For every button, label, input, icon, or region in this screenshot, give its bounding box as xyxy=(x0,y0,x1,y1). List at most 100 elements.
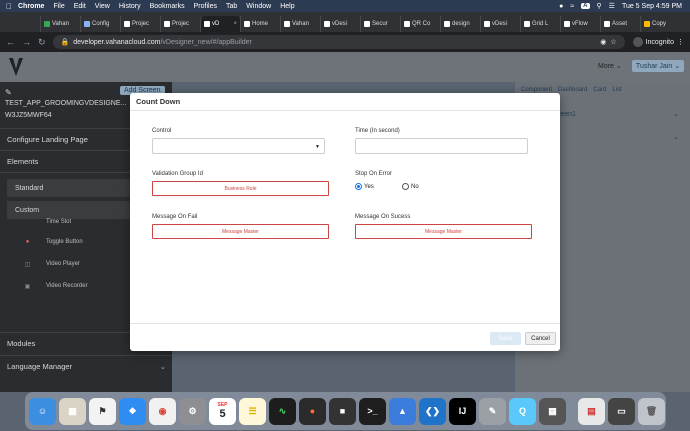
photos-app-icon[interactable]: ⚑ xyxy=(89,397,116,425)
tab[interactable]: Grid L xyxy=(520,16,560,32)
menu-help[interactable]: Help xyxy=(280,3,294,10)
tab-active[interactable]: vD × xyxy=(200,16,240,32)
more-label: More xyxy=(598,63,614,70)
incognito-indicator[interactable]: Incognito ⋮ xyxy=(632,37,684,47)
modules-label: Modules xyxy=(7,339,36,348)
dialog-title: Count Down xyxy=(130,93,560,111)
location-icon[interactable]: ◉ xyxy=(600,38,606,46)
quicktime-icon[interactable]: Q xyxy=(509,397,536,425)
back-icon[interactable]: ← xyxy=(6,37,15,47)
minimized-window-icon[interactable]: ▭ xyxy=(608,397,635,425)
launchpad-icon[interactable]: ▦ xyxy=(59,397,86,425)
tab[interactable]: Copy xyxy=(640,16,680,32)
menu-view[interactable]: View xyxy=(95,3,110,10)
tab[interactable]: vFlow xyxy=(560,16,600,32)
menu-history[interactable]: History xyxy=(119,3,141,10)
favicon-icon xyxy=(404,21,410,27)
postman-icon[interactable]: ● xyxy=(299,397,326,425)
chevron-down-icon: ⌄ xyxy=(159,362,166,371)
vscode-icon[interactable]: ❮❯ xyxy=(419,397,446,425)
terminal-icon[interactable]: >_ xyxy=(359,397,386,425)
tab[interactable]: Secur xyxy=(360,16,400,32)
menu-dots-icon[interactable]: ⋮ xyxy=(677,38,684,46)
favicon-icon xyxy=(364,21,370,27)
finder-icon[interactable]: ☺ xyxy=(29,397,56,425)
tab-list[interactable]: List xyxy=(612,87,621,94)
control-select[interactable]: ▼ xyxy=(152,138,325,154)
tab[interactable]: vDesi xyxy=(320,16,360,32)
component-label: Video Recorder xyxy=(46,283,88,289)
tab[interactable]: QR Co xyxy=(400,16,440,32)
favicon-icon xyxy=(124,21,130,27)
user-menu[interactable]: Tushar Jain ⌄ xyxy=(632,60,684,72)
chrome-icon[interactable]: ◉ xyxy=(149,397,176,425)
tab[interactable]: Vahan xyxy=(40,16,80,32)
tab-dashboard[interactable]: Dashboard xyxy=(558,87,587,94)
chevron-down-icon: ⌄ xyxy=(674,63,681,70)
camera-icon[interactable]: ● xyxy=(559,3,563,10)
notes-icon[interactable]: ☰ xyxy=(239,397,266,425)
system-settings-icon[interactable]: ⚙ xyxy=(179,397,206,425)
message-on-success-label: Message On Sucess xyxy=(355,214,411,220)
activity-monitor-icon[interactable]: ∿ xyxy=(269,397,296,425)
trash-icon[interactable]: 🗑 xyxy=(638,397,665,425)
control-label: Control xyxy=(152,128,172,134)
success-message-master-button[interactable]: Message Master xyxy=(355,224,532,239)
tab-card[interactable]: Card xyxy=(593,87,606,94)
datetime[interactable]: Tue 5 Sep 4:59 PM xyxy=(622,3,682,10)
unknown-app-icon[interactable]: ■ xyxy=(329,397,356,425)
stop-on-error-no[interactable]: No xyxy=(402,183,419,190)
tab[interactable]: Home xyxy=(240,16,280,32)
dock: ☺ ▦ ⚑ ❖ ◉ ⚙ SEP 5 ☰ ∿ ● ■ >_ ▲ ❮❯ IJ ✎ Q … xyxy=(25,392,666,430)
wifi-icon[interactable]: ≈ xyxy=(570,3,574,10)
chevron-down-icon: ⌄ xyxy=(615,63,622,70)
more-menu[interactable]: More ⌄ xyxy=(598,62,622,70)
bookmark-star-icon[interactable]: ☆ xyxy=(610,38,616,46)
chevron-down-icon[interactable]: ⌄ xyxy=(673,110,679,118)
dialog-footer-divider xyxy=(130,323,560,324)
menu-app[interactable]: Chrome xyxy=(18,3,44,10)
language-manager-section[interactable]: Language Manager ⌄ xyxy=(0,355,172,377)
forward-icon[interactable]: → xyxy=(22,37,31,47)
preview-icon[interactable]: ✎ xyxy=(479,397,506,425)
tab[interactable]: Projec xyxy=(160,16,200,32)
calendar-icon[interactable]: SEP 5 xyxy=(209,397,236,425)
address-bar[interactable]: 🔒 developer.vahanacloud.com/vDesigner_ne… xyxy=(52,35,625,49)
safari-icon[interactable]: ❖ xyxy=(119,397,146,425)
menu-tab[interactable]: Tab xyxy=(226,3,237,10)
save-button[interactable]: Save xyxy=(490,332,521,345)
fail-message-master-button[interactable]: Message Master xyxy=(152,224,329,239)
input-source-badge[interactable]: A xyxy=(581,3,590,9)
tab[interactable]: Vahan xyxy=(280,16,320,32)
menu-edit[interactable]: Edit xyxy=(74,3,86,10)
close-tab-icon[interactable]: × xyxy=(233,21,237,27)
reload-icon[interactable]: ↻ xyxy=(38,37,46,48)
menu-bookmarks[interactable]: Bookmarks xyxy=(150,3,185,10)
stop-on-error-yes[interactable]: Yes xyxy=(355,183,374,190)
menu-profiles[interactable]: Profiles xyxy=(194,3,217,10)
tab[interactable]: design xyxy=(440,16,480,32)
screen-row-label[interactable]: reen1 xyxy=(558,111,576,118)
dbeaver-icon[interactable]: ▲ xyxy=(389,397,416,425)
apple-icon[interactable]:  xyxy=(0,2,18,11)
intellij-icon[interactable]: IJ xyxy=(449,397,476,425)
calculator-icon[interactable]: ▦ xyxy=(539,397,566,425)
control-center-icon[interactable]: ☰ xyxy=(609,2,615,10)
tab-strip: Vahan Config Projec Projec vD × Home Vaha… xyxy=(0,12,690,32)
favicon-icon xyxy=(204,21,210,27)
tab[interactable]: Asset xyxy=(600,16,640,32)
favicon-icon xyxy=(44,21,50,27)
tab-label: Projec xyxy=(172,21,190,27)
tab[interactable]: Projec xyxy=(120,16,160,32)
chevron-down-icon[interactable]: ⌄ xyxy=(673,133,679,141)
tab[interactable]: Config xyxy=(80,16,120,32)
time-input[interactable] xyxy=(355,138,528,154)
document-icon[interactable]: ▤ xyxy=(578,397,605,425)
business-rule-button[interactable]: Business Rule xyxy=(152,181,329,196)
search-icon[interactable]: ⚲ xyxy=(597,2,602,10)
component-label: Video Player xyxy=(46,261,80,267)
menu-window[interactable]: Window xyxy=(246,3,271,10)
cancel-button[interactable]: Cancel xyxy=(525,332,556,345)
menu-file[interactable]: File xyxy=(53,3,64,10)
tab[interactable]: vDesi xyxy=(480,16,520,32)
